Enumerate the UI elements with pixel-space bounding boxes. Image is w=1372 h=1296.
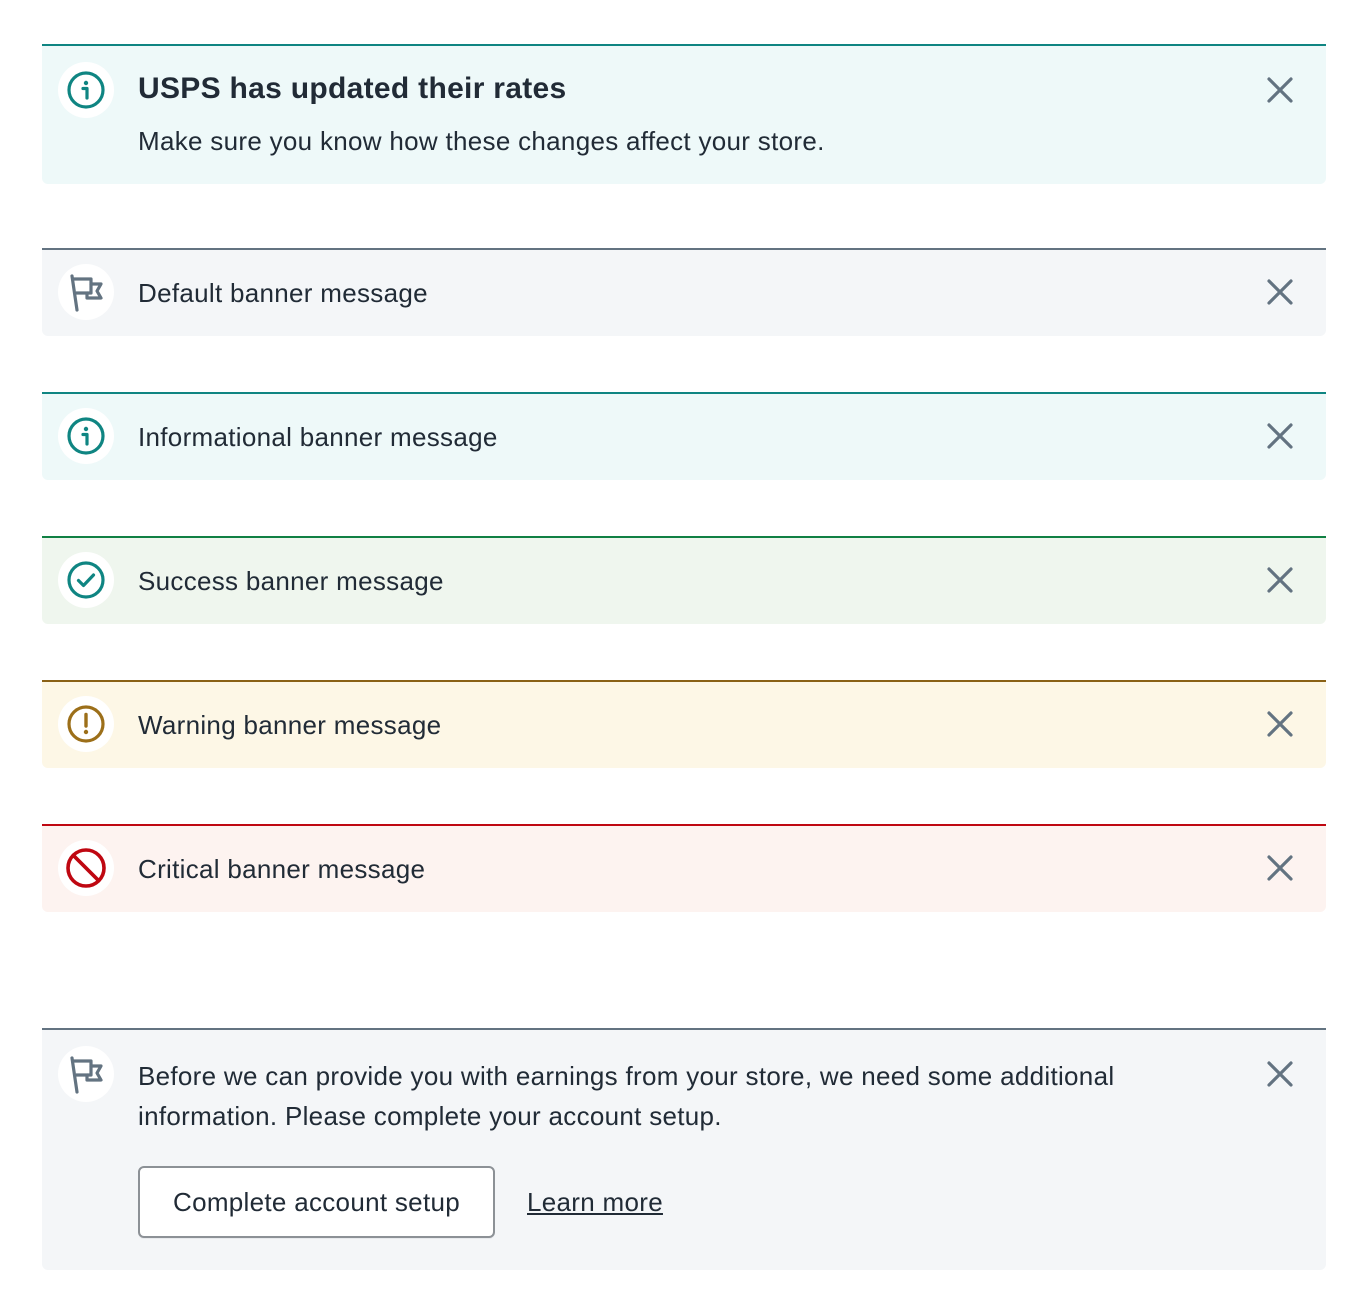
dismiss-button[interactable]	[1258, 270, 1302, 314]
prohibited-icon	[58, 840, 114, 896]
complete-account-setup-button[interactable]: Complete account setup	[138, 1166, 495, 1238]
banner-title: USPS has updated their rates	[138, 72, 567, 105]
informational-banner: Informational banner message	[42, 392, 1326, 480]
info-circle-icon	[58, 62, 114, 118]
close-icon	[1267, 423, 1293, 449]
dismiss-button[interactable]	[1258, 558, 1302, 602]
dismiss-button[interactable]	[1258, 1052, 1302, 1096]
banner-message: Success banner message	[138, 566, 444, 596]
banner-message: Default banner message	[138, 278, 428, 308]
check-circle-icon	[58, 552, 114, 608]
dismiss-button[interactable]	[1258, 414, 1302, 458]
warning-banner: Warning banner message	[42, 680, 1326, 768]
close-icon	[1267, 855, 1293, 881]
dismiss-button[interactable]	[1258, 846, 1302, 890]
dismiss-button[interactable]	[1258, 68, 1302, 112]
account-setup-banner: Before we can provide you with earnings …	[42, 1028, 1326, 1270]
success-banner: Success banner message	[42, 536, 1326, 624]
dismiss-button[interactable]	[1258, 702, 1302, 746]
close-icon	[1267, 711, 1293, 737]
close-icon	[1267, 567, 1293, 593]
banner-message: Warning banner message	[138, 710, 442, 740]
learn-more-link[interactable]: Learn more	[527, 1187, 663, 1218]
banner-message: Critical banner message	[138, 854, 426, 884]
critical-banner: Critical banner message	[42, 824, 1326, 912]
banner-message: Before we can provide you with earnings …	[138, 1061, 1115, 1131]
usps-rates-banner: USPS has updated their rates Make sure y…	[42, 44, 1326, 184]
flag-icon	[58, 1046, 114, 1102]
banner-message: Informational banner message	[138, 422, 498, 452]
banner-showcase: USPS has updated their rates Make sure y…	[0, 0, 1372, 1296]
banner-body: Make sure you know how these changes aff…	[138, 126, 825, 156]
default-banner: Default banner message	[42, 248, 1326, 336]
exclamation-circle-icon	[58, 696, 114, 752]
close-icon	[1267, 1061, 1293, 1087]
close-icon	[1267, 77, 1293, 103]
banner-actions: Complete account setup Learn more	[138, 1166, 663, 1238]
info-circle-icon	[58, 408, 114, 464]
flag-icon	[58, 264, 114, 320]
close-icon	[1267, 279, 1293, 305]
